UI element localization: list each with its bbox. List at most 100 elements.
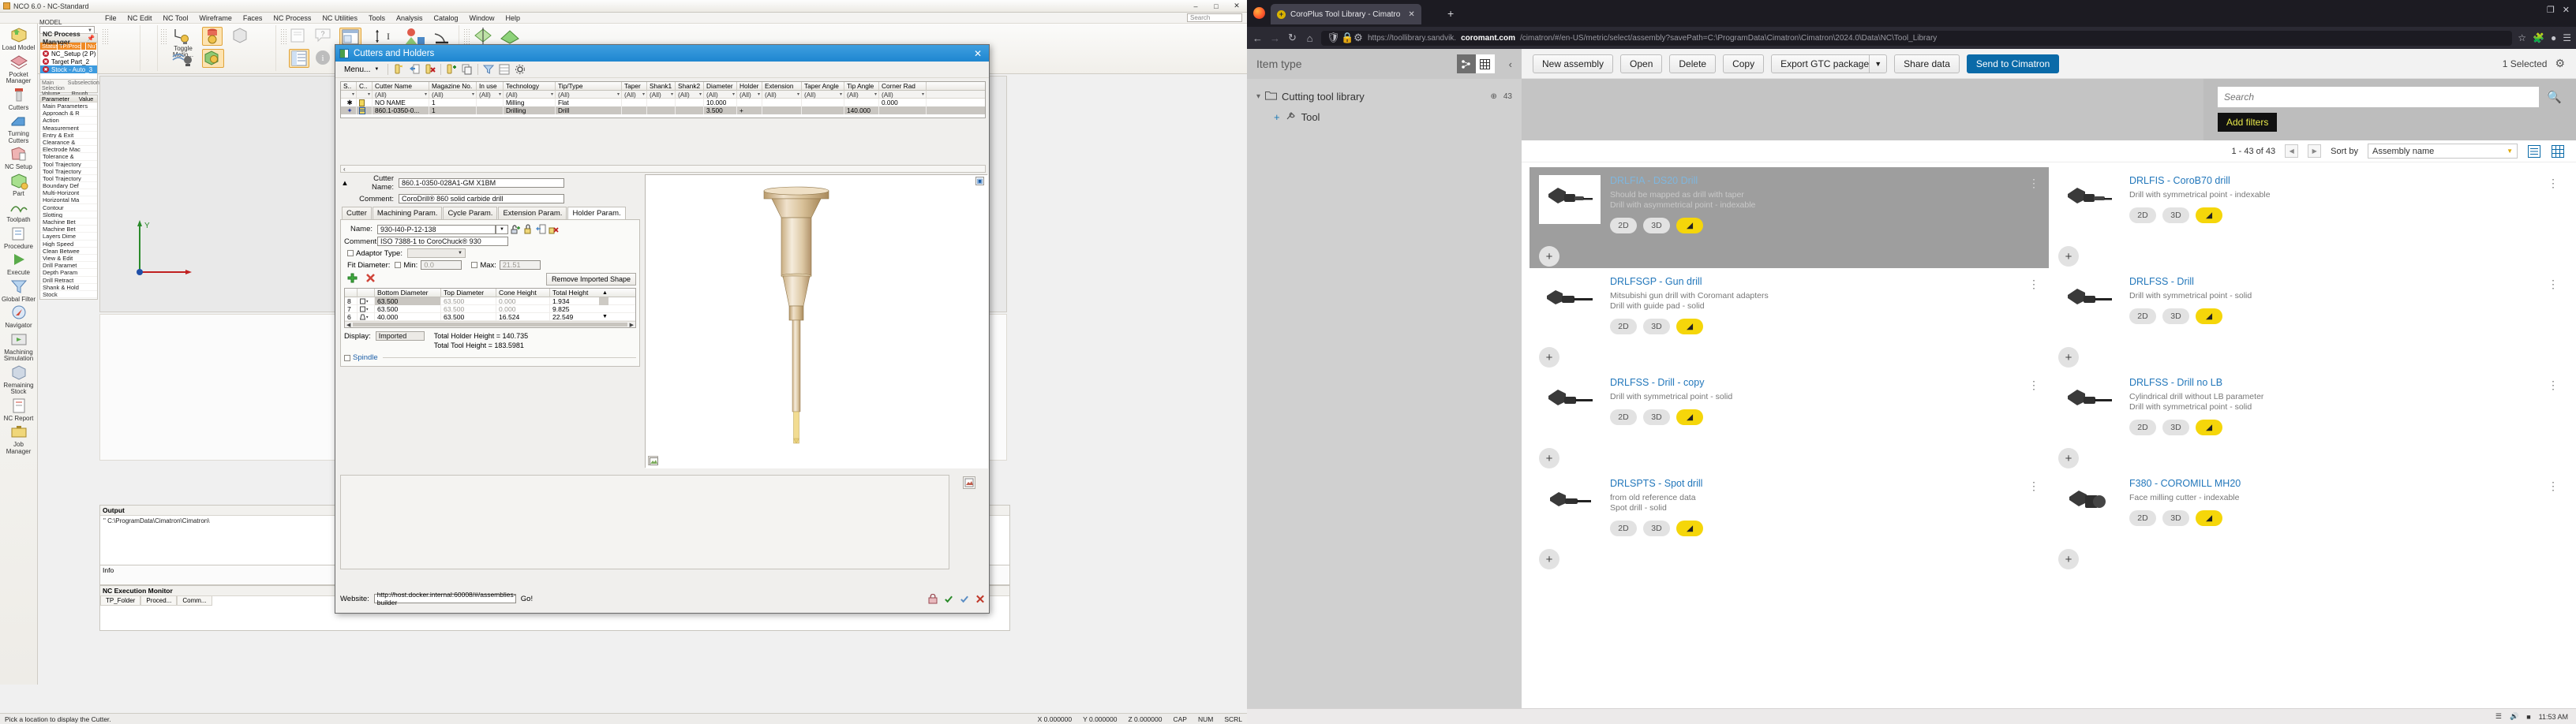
param-row[interactable]: Stock	[40, 291, 97, 298]
tray-time[interactable]: 11:53 AM	[2539, 713, 2568, 721]
hcell-total-height[interactable]: 9.825	[550, 305, 599, 313]
shade-tool-icon[interactable]	[170, 49, 196, 68]
table-row[interactable]: 6 40.000 63.500 16.524 22.549 ▼	[345, 313, 635, 321]
menu-nc-tool[interactable]: NC Tool	[158, 14, 194, 22]
cam-search-input[interactable]: Search	[1187, 13, 1242, 22]
grid-filter-row[interactable]: (All) (All) (All) (All) (All) (All) (All…	[341, 91, 985, 99]
search-icon[interactable]: 🔍	[2547, 90, 2562, 104]
cutter-comment-input[interactable]: CoroDrill® 860 solid carbide drill	[399, 194, 564, 203]
collapse-icon[interactable]: ▲	[340, 179, 350, 188]
fit-min-checkbox[interactable]	[395, 262, 401, 268]
extensions-icon[interactable]: 🧩	[2533, 32, 2544, 43]
pill-3d[interactable]: 3D	[2162, 207, 2189, 223]
search-input[interactable]	[2218, 87, 2539, 107]
filter-shank2[interactable]: (All)	[676, 91, 704, 99]
param-row[interactable]: Drill Retract	[40, 277, 97, 284]
tool-card-menu-icon[interactable]: ⋮	[2548, 480, 2559, 493]
new-tab-button[interactable]: +	[1447, 7, 1454, 20]
pill-angle-icon[interactable]: ◢	[2196, 308, 2222, 324]
scroll-left-icon[interactable]: ◀	[346, 322, 350, 328]
tool-card[interactable]: DRLFSS - Drill Drill with symmetrical po…	[2049, 268, 2568, 369]
view-toggle-group[interactable]	[1457, 54, 1495, 73]
menu-window[interactable]: Window	[464, 14, 500, 22]
filter-in-use[interactable]: (All)	[477, 91, 504, 99]
holder-name-input[interactable]: 930-I40-P-12-138	[377, 225, 496, 234]
tool-card[interactable]: DRLFSS - Drill - copy Drill with symmetr…	[1530, 369, 2049, 470]
menu-file[interactable]: File	[99, 14, 122, 22]
tool-card-menu-icon[interactable]: ⋮	[2028, 278, 2039, 291]
question-balloon-icon[interactable]: ?	[314, 28, 333, 45]
vtool-item-nc-setup[interactable]: NC Setup	[2, 146, 36, 171]
filter-taper-angle[interactable]: (All)	[802, 91, 844, 99]
param-row[interactable]: Machine Bet	[40, 218, 97, 226]
scrollbar-track[interactable]	[599, 305, 608, 313]
list-view-icon[interactable]	[2527, 144, 2541, 159]
forward-icon[interactable]: →	[1269, 32, 1281, 44]
fit-max-input[interactable]: 21.51	[500, 260, 541, 270]
vtool-item-remaining-stock[interactable]: Remaining Stock	[2, 364, 36, 396]
nc-exec-tab-comm[interactable]: Comm...	[177, 596, 212, 606]
pill-angle-icon[interactable]: ◢	[2196, 420, 2222, 435]
table-row[interactable]: 7 63.500 63.500 0.000 9.825	[345, 305, 635, 313]
preview-image-icon[interactable]	[648, 456, 658, 465]
import-cutter-icon[interactable]	[409, 64, 420, 75]
grid-col-tip-angle[interactable]: Tip Angle	[844, 82, 879, 91]
cutter-name-input[interactable]: 860.1-0350-028A1-GM X1BM	[399, 178, 564, 188]
cylinder-light-icon[interactable]	[202, 27, 223, 46]
hcell-cone-height[interactable]: 16.524	[496, 313, 550, 321]
holder-new-icon[interactable]	[511, 224, 521, 234]
pill-2d[interactable]: 2D	[2129, 420, 2156, 435]
grid-view-icon[interactable]	[2551, 144, 2565, 159]
pill-3d[interactable]: 3D	[1643, 409, 1670, 425]
pill-angle-icon[interactable]: ◢	[1676, 218, 1703, 233]
pill-angle-icon[interactable]: ◢	[2196, 207, 2222, 223]
param-row[interactable]: Clearance &	[40, 139, 97, 146]
display-select[interactable]: Imported	[376, 331, 425, 341]
add-tool-button[interactable]: +	[2058, 549, 2079, 569]
vtool-item-machining-simulation[interactable]: Machining Simulation	[2, 331, 36, 363]
add-tool-button[interactable]: +	[2058, 347, 2079, 368]
grid-col-tip-type[interactable]: Tip/Type	[556, 82, 622, 91]
table-view-icon[interactable]	[289, 49, 309, 68]
lock-icon[interactable]: 🔒	[1341, 32, 1349, 44]
tool-card-name[interactable]: DRLFIS - CoroB70 drill	[2129, 175, 2559, 186]
next-page-button[interactable]: ▶	[2308, 144, 2321, 158]
copy-icon[interactable]	[462, 64, 473, 75]
param-row[interactable]: Action	[40, 117, 97, 124]
cube-light-icon[interactable]	[202, 49, 224, 68]
menu-wireframe[interactable]: Wireframe	[193, 14, 238, 22]
pill-3d[interactable]: 3D	[2162, 420, 2189, 435]
add-tool-button[interactable]: +	[1539, 448, 1559, 468]
node-view-icon[interactable]	[1457, 54, 1476, 73]
tool-card-menu-icon[interactable]: ⋮	[2028, 177, 2039, 190]
prev-page-button[interactable]: ◀	[2285, 144, 2298, 158]
address-bar[interactable]: 🛡 🔒 ⚙ https://toollibrary.sandvik.coroma…	[1321, 31, 2512, 46]
vtool-item-pocket-manager[interactable]: Pocket Manager	[2, 54, 36, 85]
add-row-icon[interactable]	[347, 273, 358, 285]
preview-expand-icon[interactable]: ▣	[975, 177, 984, 185]
add-filters-button[interactable]: Add filters	[2218, 113, 2277, 132]
settings-icon[interactable]	[515, 64, 526, 75]
param-row[interactable]: View & Edit	[40, 255, 97, 262]
export-gtc-package-button[interactable]: Export GTC package ▼	[1771, 54, 1887, 73]
filter-shank1[interactable]: (All)	[647, 91, 676, 99]
filter-tip-type[interactable]: (All)	[556, 91, 622, 99]
volume-icon[interactable]: 🔊	[2510, 712, 2518, 721]
cam-minimize-button[interactable]: –	[1185, 0, 1206, 12]
cutter-tabs[interactable]: Cutter Machining Param. Cycle Param. Ext…	[342, 207, 640, 219]
scrollbar-thumb[interactable]	[599, 297, 608, 305]
tab-extension-param[interactable]: Extension Param.	[498, 207, 567, 219]
add-tool-button[interactable]: +	[1539, 347, 1559, 368]
filter-cutter-name[interactable]: (All)	[373, 91, 429, 99]
cam-vertical-toolbar[interactable]: Load Model Pocket Manager Cutters	[0, 24, 38, 685]
fit-max-checkbox[interactable]	[471, 262, 477, 268]
shield-icon[interactable]: 🛡	[1327, 32, 1336, 44]
delete-cutter-icon[interactable]	[425, 64, 436, 75]
pill-2d[interactable]: 2D	[2129, 308, 2156, 324]
browser-nav-right[interactable]: ☆ 🧩 ● ☰	[2518, 32, 2571, 43]
grid-col-cutter-name[interactable]: Cutter Name	[373, 82, 429, 91]
param-row[interactable]: Electrode Mac	[40, 146, 97, 153]
tab-holder-param[interactable]: Holder Param.	[567, 207, 625, 219]
param-row[interactable]: Clean Betwee	[40, 248, 97, 255]
account-icon[interactable]: ●	[2551, 32, 2556, 43]
